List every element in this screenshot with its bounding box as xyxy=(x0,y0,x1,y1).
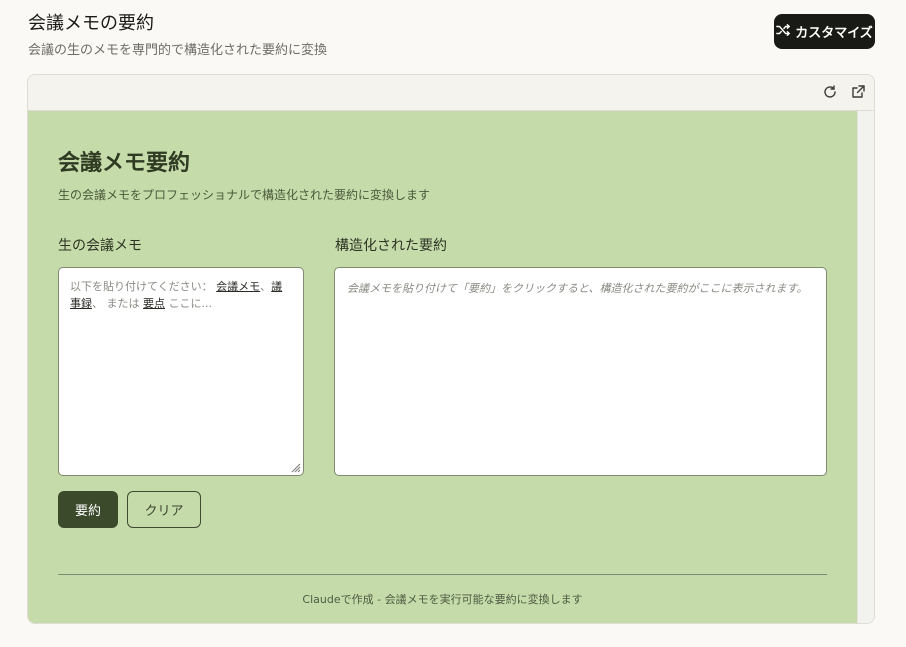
input-label: 生の会議メモ xyxy=(58,238,142,254)
page-subtitle: 会議の生のメモを専門的で構造化された要約に変換 xyxy=(28,43,328,58)
app-footer: Claudeで作成 - 会議メモを実行可能な要約に変換します xyxy=(302,593,583,606)
placeholder-separator: 、 xyxy=(92,297,103,310)
refresh-icon[interactable] xyxy=(822,84,838,100)
customize-label: カスタマイズ xyxy=(795,26,873,41)
summarizer-app: 会議メモ要約 生の会議メモをプロフェッショナルで構造化された要約に変換します 生… xyxy=(28,111,857,623)
placeholder-or: または xyxy=(106,297,140,310)
customize-button[interactable]: カスタマイズ xyxy=(774,14,875,49)
resize-handle-icon[interactable] xyxy=(289,461,301,473)
clear-button[interactable]: クリア xyxy=(127,491,201,528)
preview-toolbar xyxy=(28,75,874,111)
output-label: 構造化された要約 xyxy=(335,238,447,254)
preview-frame: 会議メモ要約 生の会議メモをプロフェッショナルで構造化された要約に変換します 生… xyxy=(27,74,875,624)
placeholder-keyword: 要点 xyxy=(143,297,165,310)
app-subtitle: 生の会議メモをプロフェッショナルで構造化された要約に変換します xyxy=(58,188,431,202)
app-title: 会議メモ要約 xyxy=(58,151,191,176)
output-placeholder: 会議メモを貼り付けて「要約」をクリックすると、構造化された要約がここに表示されま… xyxy=(347,282,808,295)
summarize-button[interactable]: 要約 xyxy=(58,491,118,528)
page-title: 会議メモの要約 xyxy=(28,13,154,34)
placeholder-keyword: 会議メモ xyxy=(216,280,261,293)
scrollbar[interactable] xyxy=(857,111,874,623)
placeholder-suffix: ここに... xyxy=(168,297,213,310)
external-link-icon[interactable] xyxy=(850,84,866,100)
placeholder-separator: 、 xyxy=(260,280,272,293)
shuffle-icon xyxy=(776,23,791,41)
summary-output: 会議メモを貼り付けて「要約」をクリックすると、構造化された要約がここに表示されま… xyxy=(334,267,827,476)
divider xyxy=(58,574,827,575)
raw-notes-textarea[interactable]: 以下を貼り付けてください： 会議メモ、議事録、 または 要点 ここに... xyxy=(58,267,304,476)
placeholder-prefix: 以下を貼り付けてください： xyxy=(70,280,213,293)
